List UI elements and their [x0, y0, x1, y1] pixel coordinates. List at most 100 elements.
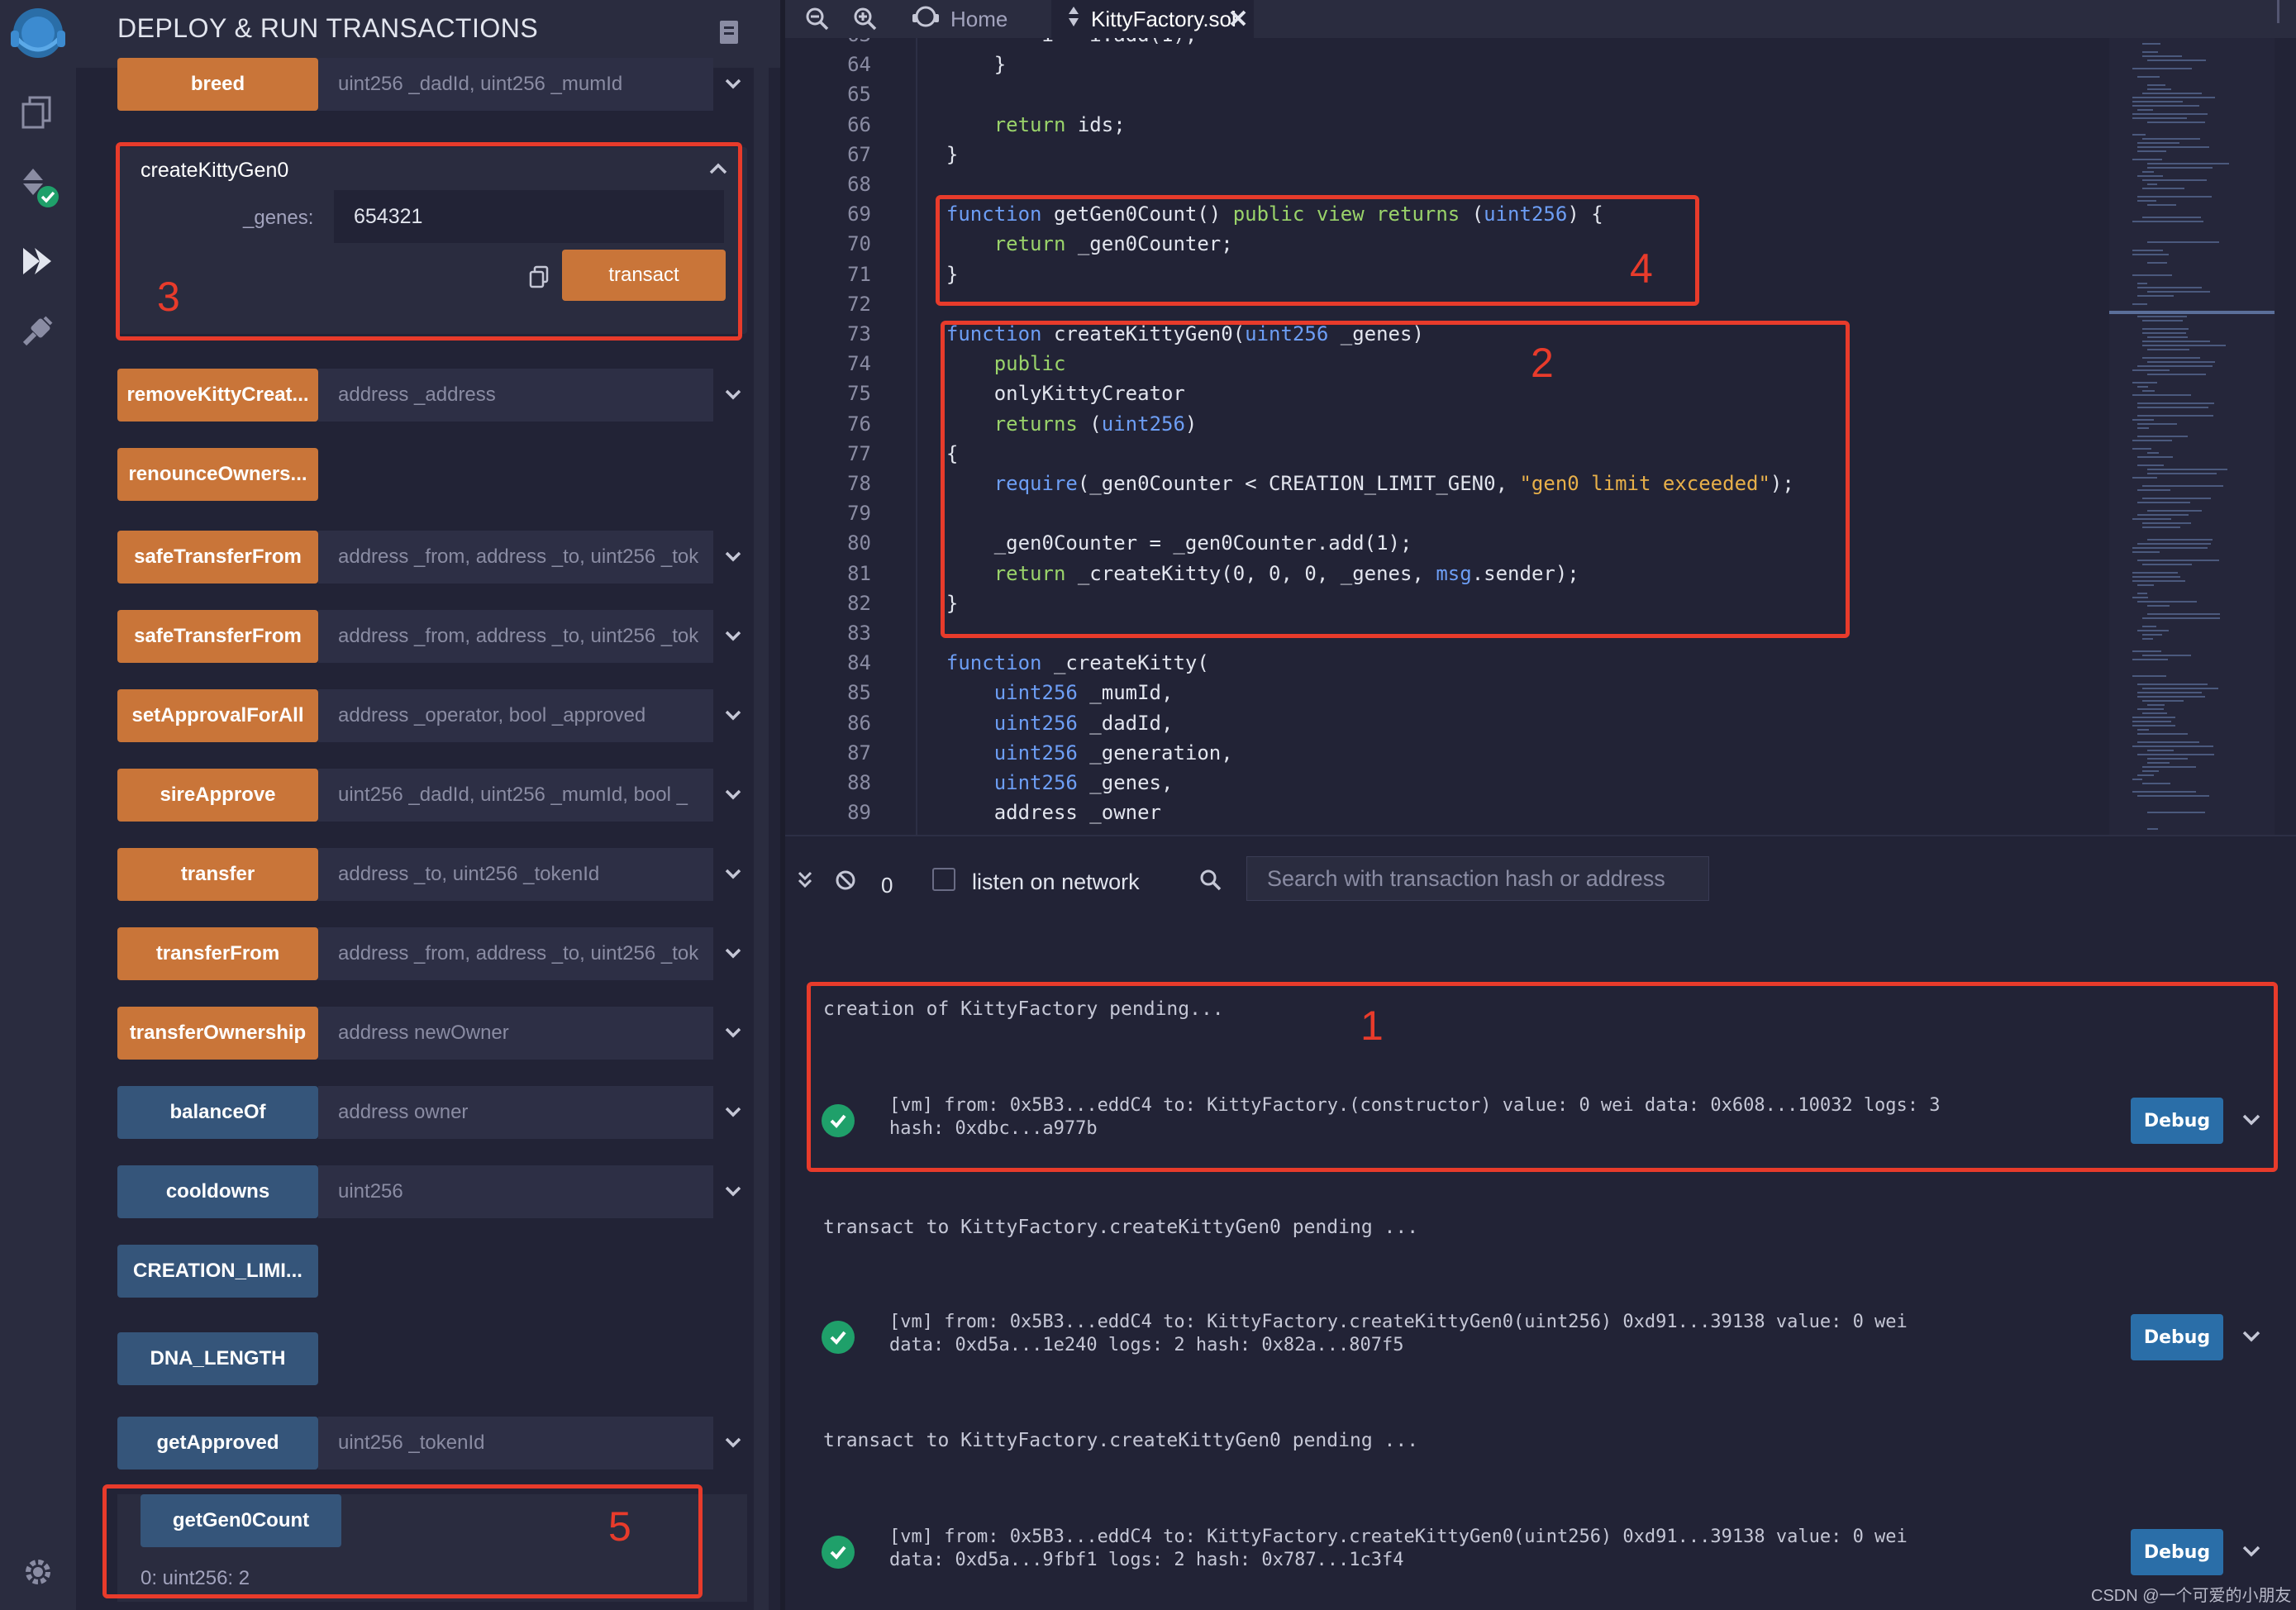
- function-args-input[interactable]: address newOwner: [318, 1007, 713, 1060]
- deploy-run-icon[interactable]: [0, 228, 76, 294]
- minimap-line: [2142, 345, 2226, 346]
- function-button[interactable]: cooldowns: [117, 1165, 318, 1218]
- minimap-line: [2142, 564, 2192, 565]
- panel-scrollbar[interactable]: [754, 68, 769, 1610]
- file-explorer-icon[interactable]: [0, 79, 76, 145]
- function-args-input[interactable]: uint256 _dadId, uint256 _mumId: [318, 58, 713, 111]
- minimap-line: [2132, 745, 2213, 747]
- minimap-line: [2132, 791, 2196, 793]
- function-args-input[interactable]: uint256: [318, 1165, 713, 1218]
- function-args-input[interactable]: address _operator, bool _approved: [318, 689, 713, 742]
- function-button[interactable]: transferFrom: [117, 927, 318, 980]
- expand-chevron-down-icon[interactable]: [721, 1020, 745, 1045]
- expand-chevron-down-icon[interactable]: [721, 544, 745, 569]
- annotation-number-4: 4: [1630, 245, 1653, 292]
- function-button[interactable]: safeTransferFrom: [117, 610, 318, 663]
- minimap-line: [2147, 510, 2202, 512]
- minimap-line: [2147, 704, 2165, 706]
- panel-title: DEPLOY & RUN TRANSACTIONS: [117, 13, 539, 43]
- line-number: 76: [847, 412, 871, 436]
- line-number: 77: [847, 441, 871, 465]
- tab-home[interactable]: Home: [909, 0, 1074, 38]
- minimap-viewport[interactable]: [2109, 311, 2275, 314]
- minimap-line: [2147, 539, 2213, 541]
- expand-chevron-down-icon[interactable]: [721, 861, 745, 886]
- minimap-line: [2132, 477, 2157, 479]
- function-button[interactable]: DNA_LENGTH: [117, 1332, 318, 1385]
- function-button[interactable]: CREATION_LIMI...: [117, 1245, 318, 1298]
- minimap-line: [2137, 109, 2153, 111]
- function-args-input[interactable]: uint256 _dadId, uint256 _mumId, bool _: [318, 769, 713, 822]
- minimap-line: [2147, 88, 2171, 90]
- minimap-line: [2147, 84, 2165, 86]
- collapse-terminal-icon[interactable]: [795, 868, 815, 897]
- tab-kittyfactory[interactable]: KittyFactory.sol: [1051, 0, 1254, 38]
- function-args-input[interactable]: address _to, uint256 _tokenId: [318, 848, 713, 901]
- function-button[interactable]: sireApprove: [117, 769, 318, 822]
- function-args-input[interactable]: address _from, address _to, uint256 _tok: [318, 610, 713, 663]
- minimap-line: [2137, 593, 2147, 594]
- expand-chevron-down-icon[interactable]: [721, 1099, 745, 1124]
- minimap-line: [2137, 729, 2149, 731]
- function-row: transferOwnership address newOwner: [117, 1007, 745, 1060]
- expand-chevron-down-icon[interactable]: [721, 1179, 745, 1203]
- function-button[interactable]: transferOwnership: [117, 1007, 318, 1060]
- expand-log-chevron-icon[interactable]: [2240, 1324, 2263, 1351]
- debug-button[interactable]: Debug: [2131, 1529, 2223, 1575]
- function-args-input[interactable]: uint256 _tokenId: [318, 1417, 713, 1469]
- line-number-gutter: 63 64 65 66 67 68 69 70 71 72 73 74 75 76 77 78 79 80 81 82…: [785, 38, 917, 835]
- code-minimap[interactable]: [2109, 38, 2275, 835]
- function-button[interactable]: safeTransferFrom: [117, 531, 318, 584]
- documentation-icon[interactable]: [717, 18, 741, 50]
- tx-search-input[interactable]: Search with transaction hash or address: [1246, 856, 1709, 901]
- function-args-input[interactable]: address _address: [318, 369, 713, 422]
- line-number: 86: [847, 711, 871, 735]
- settings-gear-icon[interactable]: [0, 1539, 76, 1605]
- close-tab-icon[interactable]: [1227, 7, 1250, 36]
- minimap-line: [2147, 469, 2227, 470]
- expand-chevron-down-icon[interactable]: [721, 71, 745, 96]
- function-args-input[interactable]: address _from, address _to, uint256 _tok: [318, 531, 713, 584]
- log-pending-text: transact to KittyFactory.createKittyGen0…: [823, 1430, 1419, 1451]
- minimap-line: [2132, 419, 2154, 421]
- expand-chevron-down-icon[interactable]: [721, 1430, 745, 1455]
- minimap-line: [2132, 97, 2215, 98]
- expand-chevron-down-icon[interactable]: [721, 782, 745, 807]
- function-button[interactable]: balanceOf: [117, 1086, 318, 1139]
- function-args-input[interactable]: address _from, address _to, uint256 _tok: [318, 927, 713, 980]
- remix-logo-icon[interactable]: [0, 0, 76, 66]
- minimap-line: [2142, 217, 2201, 218]
- function-button[interactable]: renounceOwners...: [117, 448, 318, 501]
- function-args-input[interactable]: address owner: [318, 1086, 713, 1139]
- minimap-line: [2142, 638, 2153, 640]
- function-row: transfer address _to, uint256 _tokenId: [117, 848, 745, 901]
- listen-on-network-checkbox[interactable]: [932, 868, 955, 891]
- function-button[interactable]: getApproved: [117, 1417, 318, 1469]
- clear-console-icon[interactable]: [833, 868, 858, 897]
- minimap-line: [2142, 485, 2223, 487]
- plugin-manager-icon[interactable]: [0, 298, 76, 364]
- zoom-out-icon[interactable]: [803, 5, 831, 37]
- expand-chevron-down-icon[interactable]: [721, 941, 745, 965]
- function-button[interactable]: transfer: [117, 848, 318, 901]
- code-line: }: [922, 53, 1007, 77]
- minimap-line: [2147, 262, 2167, 264]
- minimap-line: [2132, 721, 2171, 722]
- log-detail-line: [vm] from: 0x5B3...eddC4 to: KittyFactor…: [889, 1312, 1908, 1332]
- minimap-line: [2132, 394, 2191, 396]
- minimap-line: [2147, 183, 2157, 185]
- expand-chevron-down-icon[interactable]: [721, 623, 745, 648]
- minimap-line: [2147, 349, 2189, 350]
- expand-chevron-down-icon[interactable]: [721, 703, 745, 727]
- function-button[interactable]: breed: [117, 58, 318, 111]
- solidity-compiler-icon[interactable]: [0, 154, 76, 220]
- expand-log-chevron-icon[interactable]: [2240, 1539, 2263, 1566]
- expand-chevron-down-icon[interactable]: [721, 382, 745, 407]
- function-button[interactable]: setApprovalForAll: [117, 689, 318, 742]
- zoom-in-icon[interactable]: [851, 5, 879, 37]
- minimap-line: [2142, 332, 2186, 334]
- debug-button[interactable]: Debug: [2131, 1314, 2223, 1360]
- minimap-line: [2137, 543, 2211, 545]
- function-button[interactable]: removeKittyCreat...: [117, 369, 318, 422]
